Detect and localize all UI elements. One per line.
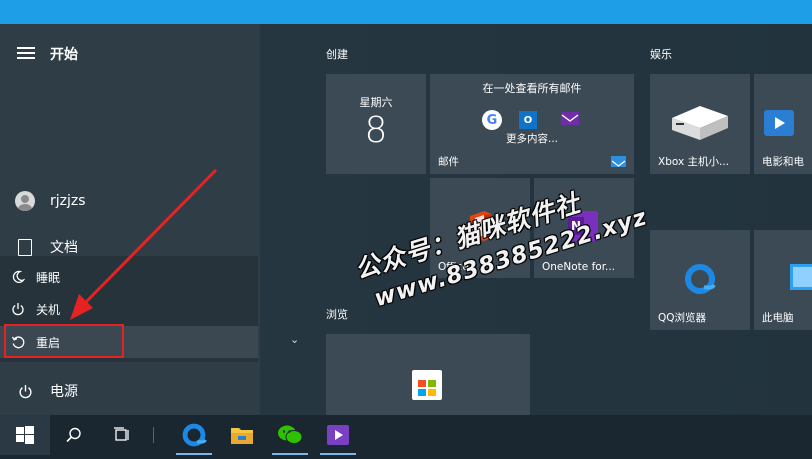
taskbar [0,415,812,459]
power-label: 电源 [50,384,78,400]
tile-microsoft-store[interactable] [326,334,530,415]
qq-browser-label: QQ浏览器 [658,312,707,324]
task-view-icon [114,427,129,441]
mail-label: 邮件 [438,156,459,168]
qq-browser-icon [684,263,716,299]
calendar-day-name: 星期六 [359,96,393,109]
start-button[interactable] [0,415,50,455]
this-pc-label: 此电脑 [762,312,794,324]
wechat-icon [278,425,303,444]
tile-mail[interactable]: 在一处查看所有邮件 G O 更多内容... 邮件 [430,74,634,174]
outlook-icon: O [519,111,537,129]
task-view-button[interactable] [104,415,140,455]
movies-icon [764,110,794,136]
chevron-down-icon[interactable]: ⌄ [290,333,299,346]
power-button[interactable]: 电源 [0,380,258,402]
calendar-day-number: 8 [364,110,388,151]
search-button[interactable] [56,415,92,455]
computer-icon [790,264,812,290]
mail-more-text: 更多内容... [505,133,558,145]
tile-this-pc[interactable]: 此电脑 [754,230,812,330]
mail-header: 在一处查看所有邮件 [482,82,582,95]
xbox-label: Xbox 主机小... [658,156,730,168]
power-icon [0,384,50,399]
windows-start-icon [16,426,34,444]
mail-icon [611,156,626,167]
taskbar-separator [153,427,154,443]
tile-movies[interactable]: 电影和电 [754,74,812,174]
movies-label: 电影和电 [762,156,804,168]
qq-browser-icon [182,423,207,447]
taskbar-wechat[interactable] [268,415,312,455]
tile-qq-browser[interactable]: QQ浏览器 [650,230,750,330]
group-label-browse: 浏览 [326,308,348,321]
taskbar-video-player[interactable] [316,415,360,455]
group-label-create: 创建 [326,48,348,61]
xbox-console-icon [668,102,732,148]
video-player-icon [327,425,349,445]
onenote-label: OneNote for... [542,261,616,273]
taskbar-qq-browser[interactable] [172,415,216,455]
google-icon: G [482,110,502,130]
taskbar-file-explorer[interactable] [220,415,264,455]
tile-calendar[interactable]: 星期六 8 [326,74,426,174]
group-label-entertainment: 娱乐 [650,48,672,61]
search-icon [66,427,81,443]
yahoo-mail-icon [561,112,579,125]
store-bag-icon [412,370,442,400]
tile-xbox[interactable]: Xbox 主机小... [650,74,750,174]
file-explorer-icon [231,428,253,444]
